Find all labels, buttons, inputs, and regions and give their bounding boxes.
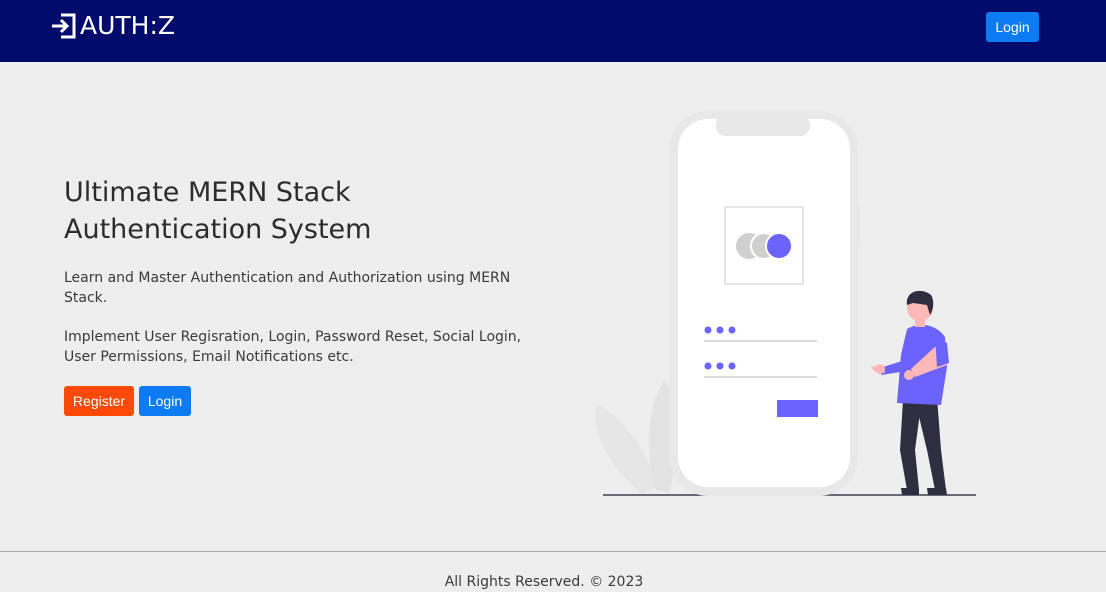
footer-divider: [0, 551, 1106, 552]
footer-copyright: All Rights Reserved. © 2023: [444, 574, 644, 590]
phone-screen: [678, 119, 850, 487]
register-button[interactable]: Register: [64, 386, 134, 416]
mobile-login-illustration: [595, 111, 976, 496]
password-dot: [728, 362, 736, 370]
hero-description: Learn and Master Authentication and Auth…: [64, 270, 511, 306]
avatar-circle-3: [765, 232, 793, 260]
person-figure: [871, 290, 949, 495]
hero-features: Implement User Regisration, Login, Passw…: [64, 329, 522, 365]
password-dot: [704, 326, 712, 334]
phone-submit-button: [777, 400, 818, 417]
leaf-decoration: [595, 380, 678, 495]
password-dot: [704, 362, 712, 370]
phone-notch: [716, 115, 810, 136]
nav-login-button[interactable]: Login: [986, 12, 1039, 42]
hero-title: Ultimate MERN Stack Authentication Syste…: [64, 177, 372, 245]
password-dot: [716, 362, 724, 370]
navbar: AUTH:Z Login: [0, 0, 1106, 62]
password-dot: [716, 326, 724, 334]
brand-name: AUTH:Z: [80, 11, 176, 40]
login-button[interactable]: Login: [139, 386, 191, 416]
brand-logo-link[interactable]: AUTH:Z: [50, 11, 175, 41]
phone-side-button: [856, 203, 860, 247]
password-dot: [728, 326, 736, 334]
login-icon: [52, 13, 76, 39]
